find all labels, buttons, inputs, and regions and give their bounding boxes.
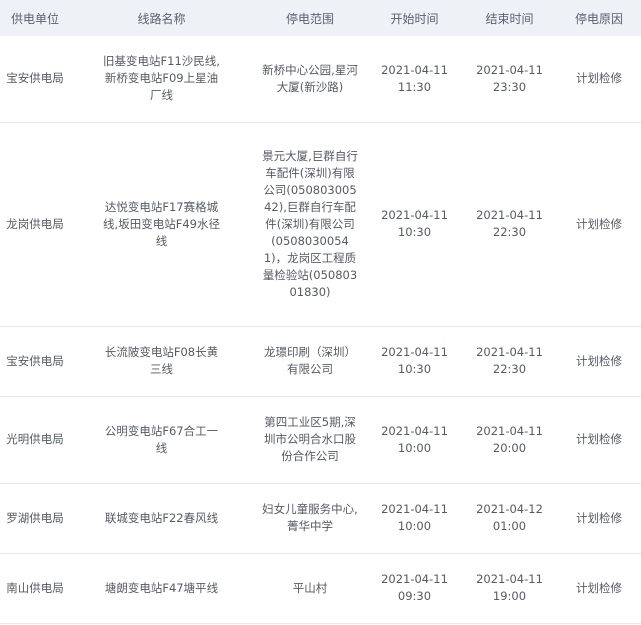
cell-unit: 罗湖供电局 (0, 483, 70, 554)
start-date: 2021-04-11 (381, 345, 448, 359)
start-time: 11:30 (397, 79, 432, 94)
header-end: 结束时间 (485, 11, 534, 26)
cell-line: 塘朗变电站F47塘平线 (70, 553, 253, 624)
cell-range: 妇女儿童服务中心,菁华中学 (253, 483, 367, 554)
end-date: 2021-04-11 (476, 62, 543, 77)
header-start: 开始时间 (390, 11, 439, 26)
cell-unit: 南山供电局 (0, 553, 70, 624)
end-date: 2021-04-11 (476, 572, 543, 586)
cell-end: 2021-04-11 20:00 (462, 396, 557, 484)
header-line: 线路名称 (137, 11, 186, 26)
cell-end: 2021-04-11 22:30 (462, 326, 557, 397)
end-time: 23:30 (492, 79, 527, 94)
table-row: 宝安供电局 旧基变电站F11沙民线,新桥变电站F09上星油厂线 新桥中心公园,星… (0, 36, 641, 123)
outage-table: 供电单位 线路名称 停电范围 开始时间 结束时间 停电原因 宝安供电局 旧基变电… (0, 0, 641, 624)
cell-line: 公明变电站F67合工一线 (70, 396, 253, 484)
end-date: 2021-04-11 (476, 423, 543, 438)
end-time: 22:30 (492, 225, 527, 239)
cell-end: 2021-04-11 22:30 (462, 122, 557, 327)
line-text: 公明变电站F67合工一线 (104, 423, 219, 455)
end-time: 20:00 (492, 440, 527, 455)
cell-range: 第四工业区5期,深圳市公明合水口股份合作公司 (253, 396, 367, 484)
range-text: 龙璟印刷（深圳）有限公司 (264, 345, 356, 376)
header-unit: 供电单位 (10, 11, 59, 26)
cell-start: 2021-04-11 09:30 (367, 553, 462, 624)
start-time: 10:00 (397, 519, 432, 533)
table-body: 宝安供电局 旧基变电站F11沙民线,新桥变电站F09上星油厂线 新桥中心公园,星… (0, 36, 641, 624)
cell-start: 2021-04-11 10:30 (367, 326, 462, 397)
start-time: 10:30 (397, 225, 432, 239)
cell-line: 达悦变电站F17赛格城线,坂田变电站F49水径线 (70, 122, 253, 327)
cell-end: 2021-04-12 01:00 (462, 483, 557, 554)
end-time: 22:30 (492, 362, 527, 376)
line-text: 达悦变电站F17赛格城线,坂田变电站F49水径线 (103, 199, 220, 248)
cell-line: 联城变电站F22春风线 (70, 483, 253, 554)
cell-unit: 光明供电局 (0, 396, 70, 484)
line-text: 长流陂变电站F08长黄三线 (104, 345, 219, 376)
cell-reason: 计划检修 (557, 36, 641, 123)
cell-unit: 龙岗供电局 (0, 122, 70, 327)
cell-unit: 宝安供电局 (0, 36, 70, 123)
cell-start: 2021-04-11 10:30 (367, 122, 462, 327)
table-header: 供电单位 线路名称 停电范围 开始时间 结束时间 停电原因 (0, 0, 641, 36)
end-date: 2021-04-11 (476, 345, 543, 359)
header-reason: 停电原因 (574, 11, 623, 26)
start-date: 2021-04-11 (381, 62, 448, 77)
cell-line: 旧基变电站F11沙民线,新桥变电站F09上星油厂线 (70, 36, 253, 123)
end-time: 19:00 (492, 589, 527, 603)
cell-reason: 计划检修 (557, 326, 641, 397)
range-text: 第四工业区5期,深圳市公明合水口股份合作公司 (264, 415, 356, 463)
header-range: 停电范围 (285, 11, 334, 26)
start-date: 2021-04-11 (381, 208, 448, 222)
cell-reason: 计划检修 (557, 396, 641, 484)
cell-end: 2021-04-11 19:00 (462, 553, 557, 624)
start-date: 2021-04-11 (381, 502, 448, 516)
range-text: 平山村 (292, 580, 328, 595)
start-time: 09:30 (397, 589, 432, 603)
cell-reason: 计划检修 (557, 122, 641, 327)
cell-reason: 计划检修 (557, 483, 641, 554)
start-time: 10:00 (397, 440, 432, 455)
range-text: 景元大厦,巨群自行车配件(深圳)有限公司(05080300542),巨群自行车配… (262, 148, 358, 299)
cell-range: 景元大厦,巨群自行车配件(深圳)有限公司(05080300542),巨群自行车配… (253, 122, 367, 327)
table-row: 光明供电局 公明变电站F67合工一线 第四工业区5期,深圳市公明合水口股份合作公… (0, 396, 641, 484)
cell-range: 新桥中心公园,星河大厦(新沙路) (253, 36, 367, 123)
table-row: 龙岗供电局 达悦变电站F17赛格城线,坂田变电站F49水径线 景元大厦,巨群自行… (0, 122, 641, 327)
line-text: 旧基变电站F11沙民线,新桥变电站F09上星油厂线 (103, 54, 220, 103)
table-row: 宝安供电局 长流陂变电站F08长黄三线 龙璟印刷（深圳）有限公司 2021-04… (0, 326, 641, 397)
cell-unit: 宝安供电局 (0, 326, 70, 397)
table-row: 南山供电局 塘朗变电站F47塘平线 平山村 2021-04-11 09:30 20… (0, 553, 641, 624)
cell-end: 2021-04-11 23:30 (462, 36, 557, 123)
header-row: 供电单位 线路名称 停电范围 开始时间 结束时间 停电原因 (0, 0, 641, 36)
start-date: 2021-04-11 (381, 423, 448, 438)
start-time: 10:30 (397, 362, 432, 376)
line-text: 塘朗变电站F47塘平线 (104, 580, 219, 595)
cell-range: 平山村 (253, 553, 367, 624)
start-date: 2021-04-11 (381, 572, 448, 586)
range-text: 新桥中心公园,星河大厦(新沙路) (262, 62, 358, 94)
line-text: 联城变电站F22春风线 (104, 510, 219, 525)
cell-start: 2021-04-11 10:00 (367, 396, 462, 484)
end-time: 01:00 (492, 519, 527, 533)
cell-start: 2021-04-11 10:00 (367, 483, 462, 554)
end-date: 2021-04-11 (476, 208, 543, 222)
table-row: 罗湖供电局 联城变电站F22春风线 妇女儿童服务中心,菁华中学 2021-04-… (0, 483, 641, 554)
cell-line: 长流陂变电站F08长黄三线 (70, 326, 253, 397)
cell-start: 2021-04-11 11:30 (367, 36, 462, 123)
range-text: 妇女儿童服务中心,菁华中学 (262, 502, 358, 533)
end-date: 2021-04-12 (476, 502, 543, 516)
cell-range: 龙璟印刷（深圳）有限公司 (253, 326, 367, 397)
cell-reason: 计划检修 (557, 553, 641, 624)
